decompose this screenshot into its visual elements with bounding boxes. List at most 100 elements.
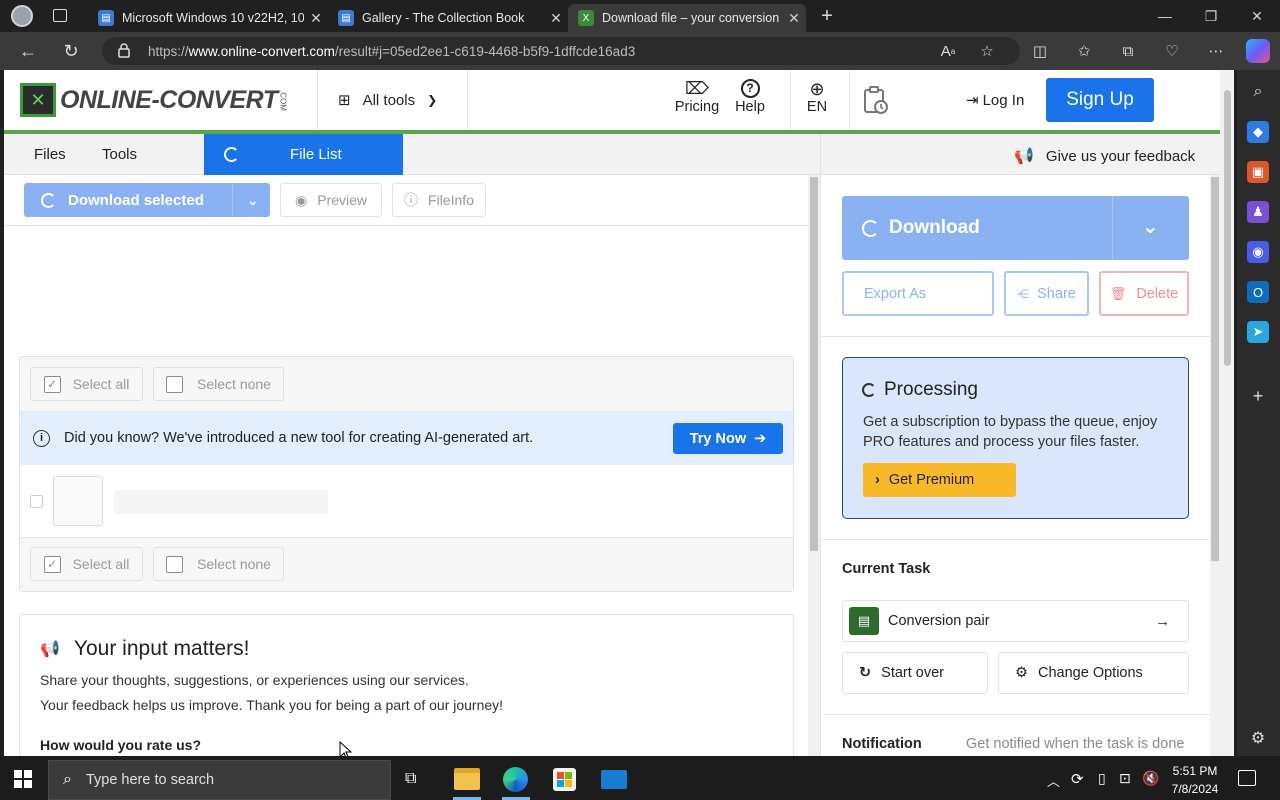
tab-gallery[interactable]: ▤ Gallery - The Collection Book ✕	[328, 4, 568, 32]
help-icon: ?	[740, 79, 760, 98]
tray-chevron-up-icon[interactable]: ︿	[1047, 771, 1060, 790]
read-aloud-icon[interactable]: Aa	[936, 40, 960, 62]
get-premium-button[interactable]: › Get Premium	[863, 463, 1016, 497]
close-window-icon[interactable]: ✕	[1234, 0, 1280, 32]
taskbar-search-box[interactable]: ⌕ Type here to search	[48, 760, 391, 800]
file-row-checkbox[interactable]	[30, 495, 43, 508]
export-as-button[interactable]: Export As	[842, 271, 994, 316]
select-all-button[interactable]: ✓ Select all	[30, 367, 143, 401]
mail-icon[interactable]	[601, 770, 627, 789]
tab-windows[interactable]: ▤ Microsoft Windows 10 v22H2, 10 ✕	[88, 4, 328, 32]
taskbar-clock[interactable]: 5:51 PM 7/8/2024	[1165, 762, 1225, 798]
select-none-button[interactable]: Select none	[153, 547, 284, 581]
header-divider	[790, 70, 791, 130]
page-scrollbar[interactable]	[1220, 70, 1234, 756]
select-none-button[interactable]: Select none	[153, 367, 284, 401]
download-selected-button[interactable]: Download selected ⌄	[24, 183, 270, 217]
document-icon: ▤	[338, 10, 354, 26]
start-over-button[interactable]: ↻ Start over	[842, 652, 988, 694]
megaphone-icon: 📢	[40, 641, 60, 658]
try-now-button[interactable]: Try Now ➔	[673, 423, 783, 454]
search-icon[interactable]: ⌕	[1247, 81, 1269, 103]
chevron-down-icon[interactable]: ⌄	[247, 192, 259, 209]
new-tab-icon[interactable]: +	[814, 4, 840, 28]
notification-center-icon[interactable]	[1238, 770, 1256, 786]
refresh-icon[interactable]: ↻	[58, 38, 84, 64]
header-divider	[849, 70, 850, 130]
minimize-icon[interactable]: —	[1142, 0, 1188, 32]
file-explorer-icon[interactable]	[454, 768, 480, 790]
close-tab-icon[interactable]: ✕	[782, 10, 806, 27]
tray-battery-icon[interactable]: ▯	[1098, 770, 1106, 787]
select-all-button[interactable]: ✓ Select all	[30, 547, 143, 581]
copilot-icon[interactable]	[1246, 39, 1270, 63]
scrollbar-thumb[interactable]	[810, 177, 818, 551]
signup-button[interactable]: Sign Up	[1046, 78, 1154, 122]
change-options-button[interactable]: ⚙ Change Options	[998, 652, 1189, 694]
restart-icon: ↻	[859, 665, 872, 681]
left-panel-scrollbar[interactable]	[808, 175, 820, 756]
preview-button[interactable]: ◉ Preview	[280, 183, 382, 217]
browser-essentials-icon[interactable]: ♡	[1160, 40, 1184, 62]
loading-spinner-icon	[41, 192, 56, 208]
pricing-link[interactable]: ⌦ Pricing	[672, 79, 722, 115]
task-view-icon[interactable]: ⧉	[405, 770, 425, 790]
close-tab-icon[interactable]: ✕	[304, 10, 328, 27]
more-options-icon[interactable]: ⋯	[1204, 40, 1228, 62]
tray-sync-icon[interactable]: ⟳	[1071, 770, 1084, 788]
share-button[interactable]: ⋲ Share	[1004, 271, 1089, 316]
tab-actions-icon[interactable]	[53, 9, 67, 22]
address-bar[interactable]: https://www.online-convert.com/result#j=…	[102, 37, 1020, 65]
telegram-icon[interactable]: ➤	[1247, 321, 1269, 343]
copilot-sidebar-icon[interactable]: ◉	[1247, 241, 1269, 263]
edge-browser-icon[interactable]	[503, 767, 528, 792]
windows-start-icon[interactable]	[14, 770, 32, 788]
scrollbar-thumb[interactable]	[1224, 90, 1231, 366]
language-selector[interactable]: ⊕ EN	[801, 79, 833, 115]
chevron-down-icon[interactable]: ⌄	[1142, 214, 1159, 239]
games-icon[interactable]: ♟	[1247, 201, 1269, 223]
tab-download-file[interactable]: X Download file – your conversion ✕	[568, 4, 806, 32]
split-screen-icon[interactable]: ◫	[1028, 40, 1052, 62]
sidebar-settings-icon[interactable]: ⚙	[1247, 727, 1269, 749]
download-button[interactable]: Download ⌄	[842, 196, 1189, 260]
tray-network-icon[interactable]: ⊡	[1119, 770, 1131, 787]
info-icon: ⓘ	[404, 192, 419, 208]
tag-icon: ⌦	[684, 79, 710, 98]
favorites-icon[interactable]: ✩	[1072, 40, 1096, 62]
microsoft-store-icon[interactable]	[553, 768, 576, 791]
all-tools-dropdown[interactable]: ⊞ All tools ❯	[338, 88, 437, 112]
back-icon[interactable]: ←	[15, 38, 41, 64]
add-sidebar-app-icon[interactable]: +	[1247, 385, 1269, 407]
lock-icon[interactable]	[118, 43, 130, 58]
logo-figure-icon: ✕	[20, 83, 56, 117]
delete-button[interactable]: 🗑 Delete	[1099, 271, 1189, 316]
tools-briefcase-icon[interactable]: ▣	[1247, 161, 1269, 183]
vertical-divider	[820, 134, 821, 756]
shopping-tag-icon[interactable]: ◆	[1247, 121, 1269, 143]
tab-file-list[interactable]: File List	[204, 134, 403, 175]
task-history-icon[interactable]	[862, 86, 890, 116]
conversion-pair-row[interactable]: ▤ Conversion pair →	[842, 600, 1189, 642]
login-link[interactable]: ⇥ Log In	[966, 90, 1024, 110]
scrollbar-thumb[interactable]	[1211, 177, 1219, 561]
site-logo[interactable]: ✕ ONLINE-CONVERT .COM	[20, 82, 288, 118]
tab-files[interactable]: Files	[34, 146, 66, 163]
collections-icon[interactable]: ⧉	[1116, 40, 1140, 62]
share-icon: ⋲	[1017, 286, 1030, 301]
file-thumbnail-placeholder	[53, 476, 103, 526]
close-tab-icon[interactable]: ✕	[544, 10, 568, 27]
file-name-placeholder	[114, 490, 328, 514]
right-panel-scrollbar[interactable]	[1210, 175, 1220, 756]
help-link[interactable]: ? Help	[730, 79, 770, 115]
tray-volume-muted-icon[interactable]: 🔇	[1142, 770, 1159, 787]
outlook-icon[interactable]: O	[1247, 281, 1269, 303]
profile-avatar[interactable]	[11, 5, 33, 27]
favorite-star-icon[interactable]: ☆	[975, 40, 999, 62]
tab-tools[interactable]: Tools	[102, 146, 137, 163]
info-circle-icon: i	[33, 430, 50, 447]
restore-icon[interactable]: ❐	[1188, 0, 1234, 32]
feedback-link[interactable]: 📢 Give us your feedback	[1014, 146, 1195, 166]
fileinfo-button[interactable]: ⓘ FileInfo	[392, 183, 486, 217]
divider	[231, 183, 233, 217]
